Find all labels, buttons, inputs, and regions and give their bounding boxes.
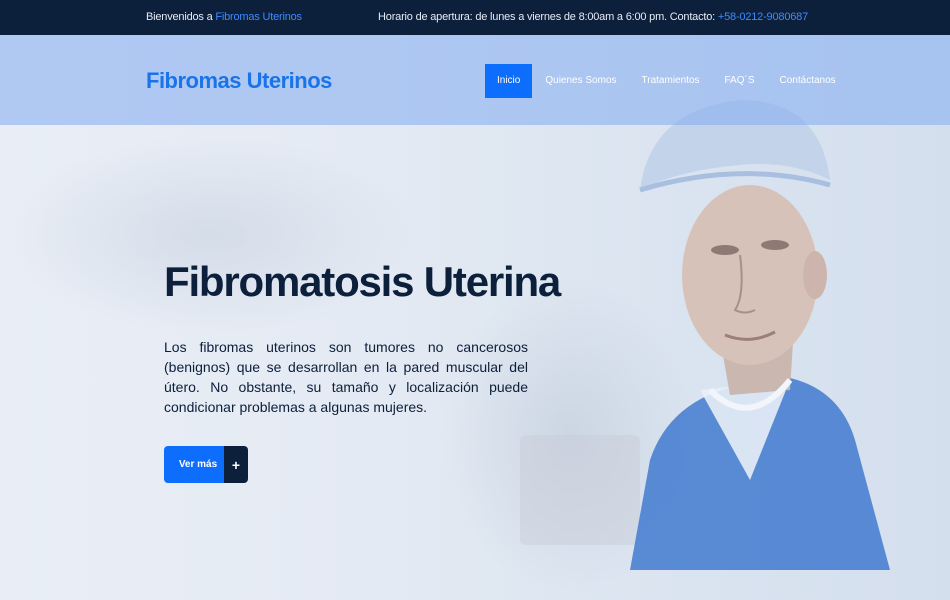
nav-item-tratamientos[interactable]: Tratamientos: [630, 64, 712, 98]
welcome-text: Bienvenidos a Fibromas Uterinos: [146, 11, 302, 23]
nav-item-contactanos[interactable]: Contáctanos: [768, 64, 848, 98]
main-header: Fibromas Uterinos Inicio Quienes Somos T…: [0, 35, 950, 125]
nav-item-faqs[interactable]: FAQ´S: [713, 64, 767, 98]
hero-description: Los fibromas uterinos son tumores no can…: [164, 339, 528, 415]
main-nav: Inicio Quienes Somos Tratamientos FAQ´S …: [485, 64, 849, 98]
ver-mas-button[interactable]: Ver más +: [164, 446, 248, 483]
site-logo[interactable]: Fibromas Uterinos: [146, 68, 332, 94]
welcome-prefix: Bienvenidos a: [146, 11, 213, 23]
contact-phone-link[interactable]: +58-0212-9080687: [718, 11, 808, 23]
plus-icon[interactable]: +: [224, 446, 248, 483]
hero-title: Fibromatosis Uterina: [164, 258, 561, 305]
ver-mas-label[interactable]: Ver más: [164, 446, 224, 483]
opening-hours: Horario de apertura: de lunes a viernes …: [378, 11, 808, 23]
top-info-bar: Bienvenidos a Fibromas Uterinos Horario …: [0, 0, 950, 35]
welcome-brand-link[interactable]: Fibromas Uterinos: [215, 11, 302, 23]
nav-item-inicio[interactable]: Inicio: [485, 64, 533, 98]
hours-text: Horario de apertura: de lunes a viernes …: [378, 11, 716, 23]
doctor-image: [630, 100, 890, 570]
nav-item-quienes-somos[interactable]: Quienes Somos: [533, 64, 628, 98]
